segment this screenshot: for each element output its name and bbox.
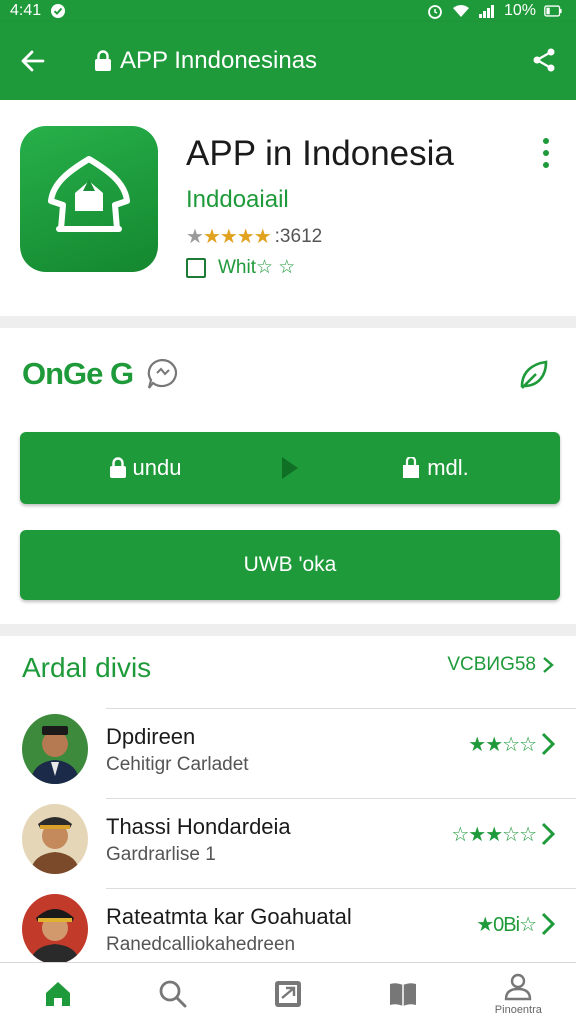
dot — [543, 138, 549, 144]
status-label: OnGe G — [22, 356, 134, 391]
review-stars: ★★☆☆ — [468, 734, 537, 756]
signal-icon — [478, 3, 496, 19]
share-button[interactable] — [526, 42, 562, 78]
lock-icon — [95, 50, 111, 71]
reviewer-name: Thassi Hondardeia — [106, 814, 291, 839]
leaf-button[interactable] — [516, 358, 550, 392]
chevron-right-icon — [541, 732, 556, 756]
open-button[interactable]: UWB 'oka — [20, 530, 560, 600]
chevron-right-icon — [543, 657, 554, 673]
app-header-card: APP in Indonesia Inddoaiail ★★★★★ :3612 … — [0, 100, 576, 316]
bottom-nav: Pinoentra — [0, 962, 576, 1024]
avatar — [22, 714, 88, 784]
book-icon — [390, 982, 417, 1006]
profile-icon — [505, 973, 532, 1000]
reviews-card: Ardal divis VCBИG58 Dpdireen Cehitigr Ca… — [0, 636, 576, 962]
search-icon — [159, 980, 187, 1007]
review-subtitle: Cehitigr Carladet — [106, 754, 249, 775]
chat-icon[interactable] — [145, 357, 179, 391]
wishlist-toggle[interactable]: Whit☆ ☆ — [186, 256, 295, 279]
nav-profile-label: Pinoentra — [494, 1003, 542, 1016]
reviewer-name: Rateatmta kar Goahuatal — [106, 904, 352, 929]
update-button[interactable]: mdl. — [310, 432, 560, 504]
update-label: mdl. — [427, 455, 469, 480]
app-bar-title: APP Inndonesinas — [94, 47, 317, 75]
install-label: undu — [132, 455, 182, 480]
section-title: Ardal divis — [22, 652, 152, 683]
list-item[interactable]: Dpdireen Cehitigr Carladet ★★☆☆ — [0, 708, 576, 798]
review-subtitle: Ranedcalliokahedreen — [106, 934, 296, 955]
check-circle-icon — [49, 3, 67, 19]
install-button[interactable]: undu — [20, 432, 270, 504]
chevron-right-icon — [541, 912, 556, 936]
page-title: APP Inndonesinas — [120, 47, 318, 74]
chevron-right-icon — [541, 822, 556, 846]
wishlist-label: Whit☆ ☆ — [218, 257, 296, 278]
share-icon — [533, 48, 555, 72]
avatar — [22, 804, 88, 874]
list-item[interactable]: Rateatmta kar Goahuatal Ranedcalliokahed… — [0, 888, 576, 962]
wifi-icon — [452, 3, 470, 19]
back-button[interactable] — [0, 22, 66, 100]
divider — [106, 798, 576, 799]
rating-row: ★★★★★ :3612 — [186, 224, 322, 249]
install-card: OnGe G undu mdl. UWB 'oka — [0, 328, 576, 624]
avatar — [22, 894, 88, 962]
status-time: 4:41 — [10, 2, 42, 19]
play-arrow-icon — [270, 455, 310, 481]
bag-icon — [403, 457, 420, 478]
status-bar: 4:41 10% — [0, 0, 576, 22]
alarm-icon — [426, 3, 444, 19]
nav-profile[interactable]: Pinoentra — [478, 963, 558, 1024]
library-icon — [274, 980, 301, 1007]
wishlist-checkbox[interactable] — [186, 257, 206, 278]
arrow-back-icon — [21, 50, 45, 72]
app-bar: APP Inndonesinas — [0, 22, 576, 100]
divider — [106, 708, 576, 709]
rating-count: :3612 — [274, 225, 323, 247]
app-name: APP in Indonesia — [186, 134, 454, 173]
review-stars: ☆★★☆☆ — [451, 824, 537, 846]
lock-icon — [109, 457, 126, 478]
developer-link[interactable]: Inddoaiail — [186, 186, 289, 214]
install-update-buttons: undu mdl. — [20, 432, 560, 504]
see-all-label: VCBИG58 — [447, 654, 536, 675]
more-options-button[interactable] — [534, 136, 558, 170]
see-all-link[interactable]: VCBИG58 — [447, 654, 554, 676]
list-item[interactable]: Thassi Hondardeia Gardrarlise 1 ☆★★☆☆ — [0, 798, 576, 888]
home-icon — [45, 981, 70, 1006]
open-label: UWB 'oka — [243, 553, 337, 576]
review-subtitle: Gardrarlise 1 — [106, 844, 216, 865]
nav-books[interactable] — [363, 963, 443, 1024]
divider — [106, 888, 576, 889]
dot — [543, 162, 549, 168]
nav-home[interactable] — [18, 963, 98, 1024]
rating-stars: ★★★★★ — [186, 226, 272, 248]
leaf-icon — [520, 360, 548, 389]
dot — [543, 150, 549, 156]
nav-library[interactable] — [248, 963, 328, 1024]
battery-icon — [544, 3, 562, 19]
app-logo-icon — [20, 126, 158, 272]
status-row: OnGe G — [22, 356, 179, 392]
battery-percent: 10% — [503, 2, 536, 19]
review-stars: ★0Bi☆ — [476, 914, 537, 936]
nav-search[interactable] — [133, 963, 213, 1024]
reviewer-name: Dpdireen — [106, 724, 196, 749]
